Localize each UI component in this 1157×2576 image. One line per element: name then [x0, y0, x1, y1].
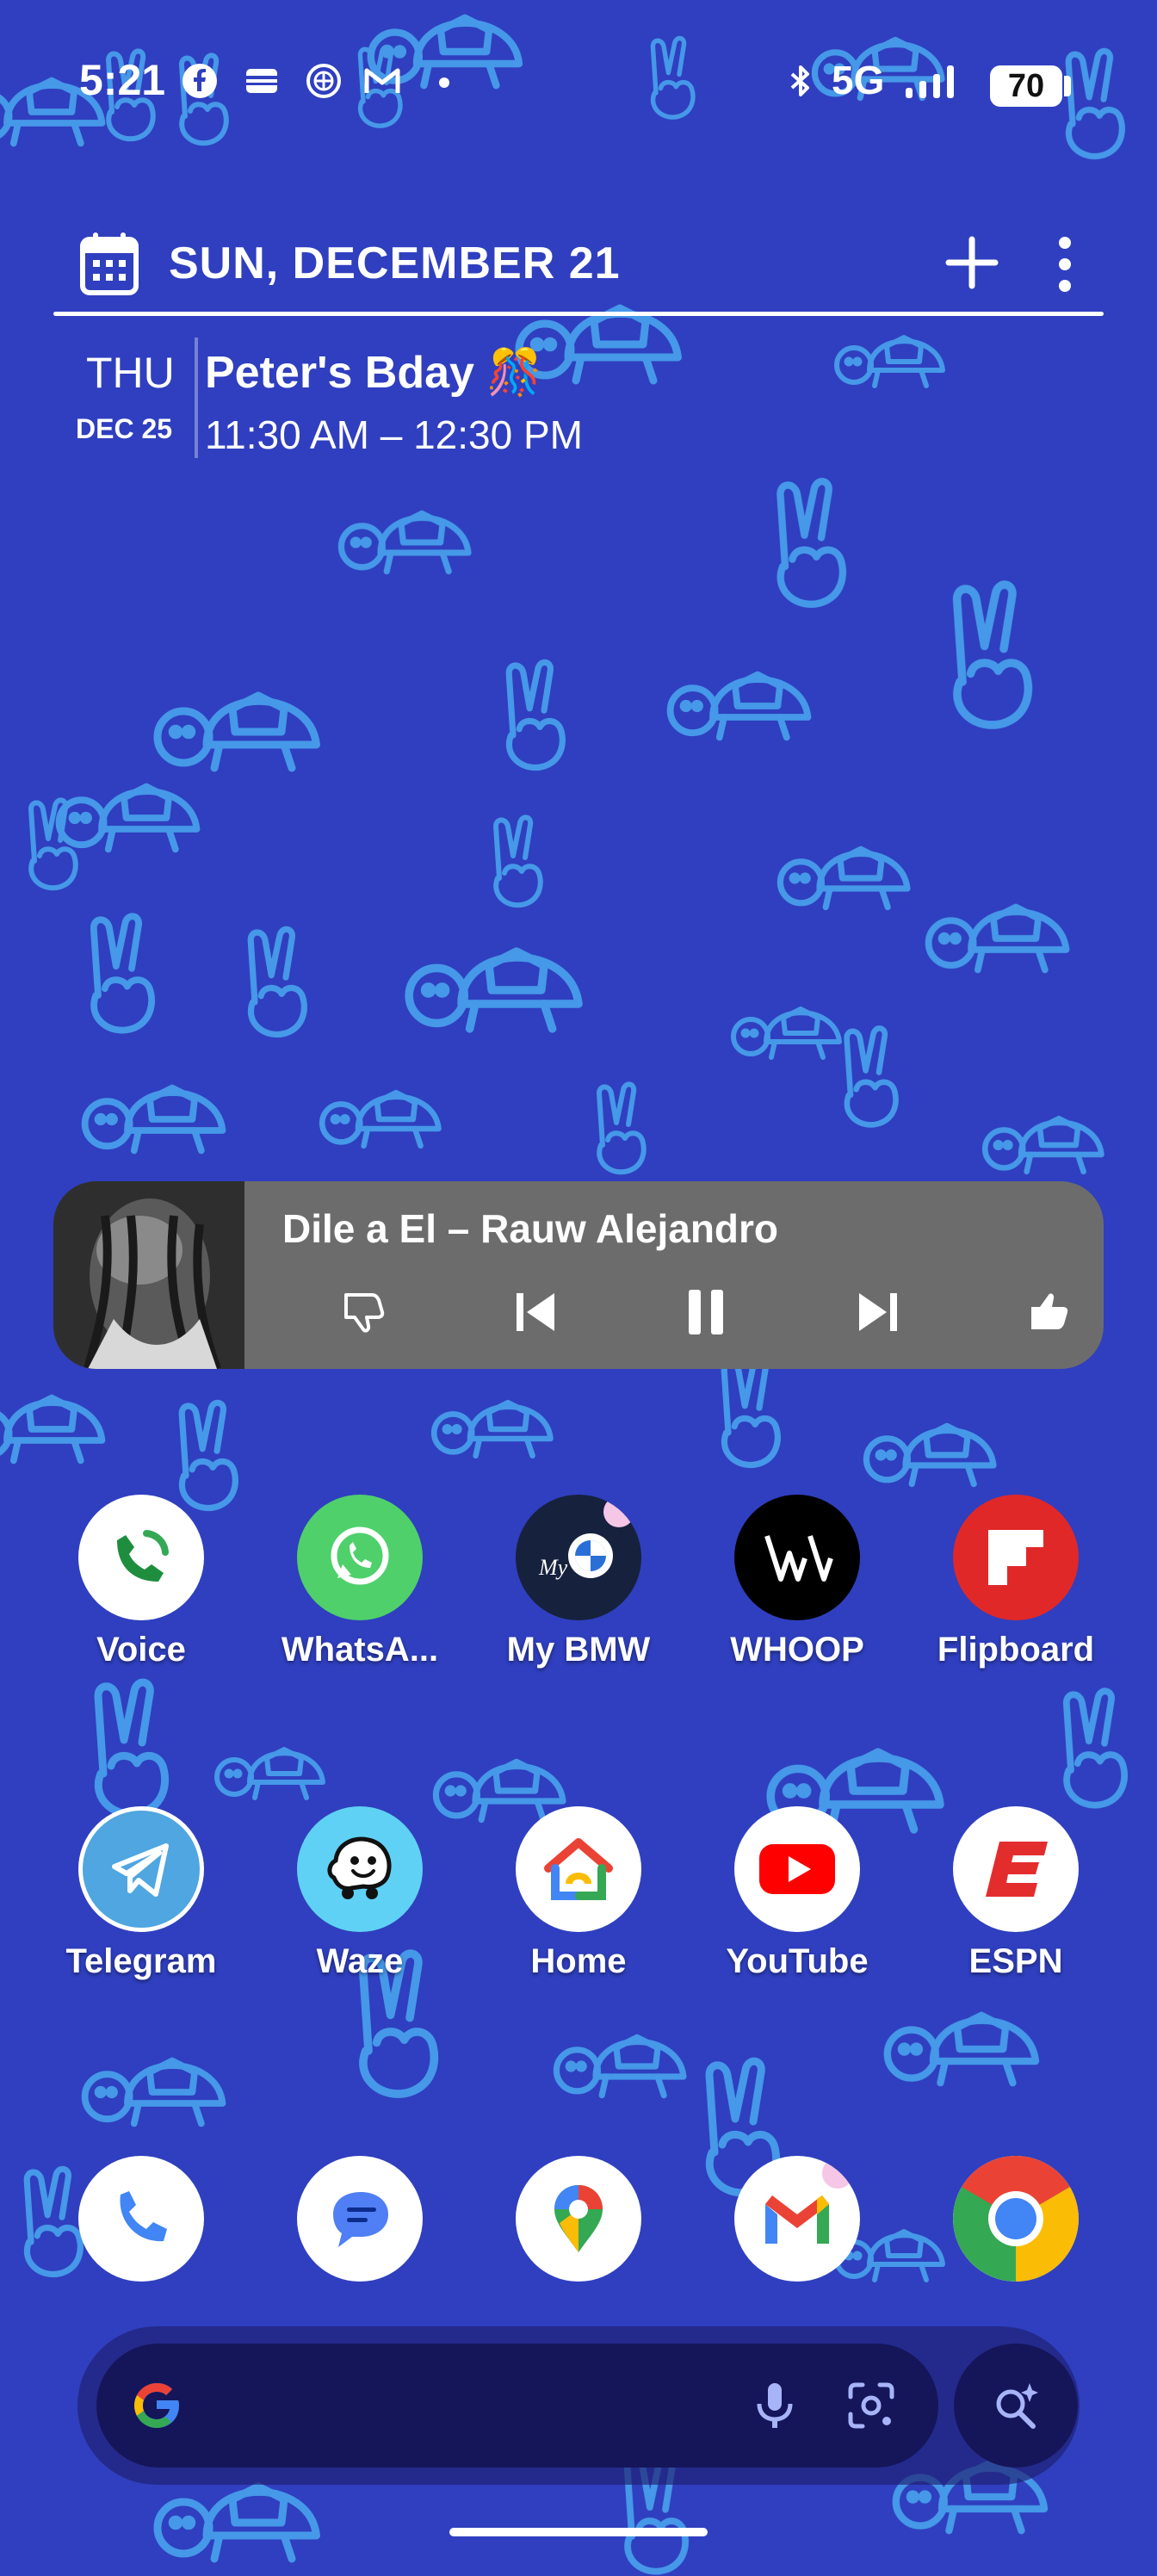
thumbs-up-icon — [1031, 1293, 1068, 1329]
messages-icon — [297, 2156, 423, 2282]
app-label: YouTube — [726, 1942, 869, 1980]
app-waze[interactable]: Waze — [265, 1806, 455, 1981]
gmail-status-icon — [364, 68, 400, 93]
waze-icon — [297, 1806, 423, 1932]
signal-icon — [906, 65, 954, 98]
event-separator — [195, 337, 198, 458]
home-screen: 5:21 5G 70 SUN, DECEMBER 21 THU DEC 25 P… — [0, 0, 1157, 2576]
dock-phone[interactable] — [46, 2156, 236, 2282]
thumbs-down-button[interactable] — [329, 1278, 398, 1347]
ai-search-icon — [996, 2383, 1038, 2429]
next-button[interactable] — [844, 1278, 913, 1347]
flipboard-icon — [953, 1495, 1079, 1620]
app-youtube[interactable]: YouTube — [702, 1806, 892, 1981]
home-indicator[interactable] — [449, 2528, 708, 2536]
app-label: My BMW — [506, 1631, 651, 1669]
track-title: Dile a El – Rauw Alejandro — [282, 1206, 779, 1251]
next-icon — [859, 1293, 897, 1331]
app-whoop[interactable]: WHOOP — [702, 1495, 892, 1669]
maps-icon — [516, 2156, 641, 2282]
google-home-icon — [516, 1806, 641, 1932]
voice-icon — [78, 1495, 204, 1620]
app-label: ESPN — [968, 1942, 1063, 1980]
dock-chrome[interactable] — [921, 2156, 1111, 2282]
app-espn[interactable]: ESPN — [921, 1806, 1111, 1981]
dot-icon — [439, 77, 449, 88]
app-voice[interactable]: Voice — [46, 1495, 236, 1669]
notification-dot — [603, 1496, 634, 1527]
app-label: Waze — [316, 1942, 404, 1980]
battery-indicator: 70 — [990, 65, 1062, 107]
ai-search-button[interactable] — [954, 2344, 1078, 2468]
status-bar[interactable]: 5:21 5G 70 — [0, 0, 1157, 172]
bluetooth-icon — [790, 65, 809, 96]
phone-icon — [78, 2156, 204, 2282]
chrome-icon — [953, 2156, 1079, 2282]
espn-icon — [953, 1806, 1079, 1932]
dock-messages[interactable] — [265, 2156, 455, 2282]
app-label: WHOOP — [730, 1631, 864, 1669]
microphone-icon[interactable] — [747, 2378, 802, 2433]
youtube-icon — [734, 1806, 860, 1932]
thumbs-up-button[interactable] — [1014, 1278, 1083, 1347]
previous-button[interactable] — [501, 1278, 570, 1347]
app-label: Flipboard — [937, 1631, 1095, 1669]
google-search-bar[interactable] — [96, 2344, 938, 2468]
bmw-icon: My — [516, 1495, 641, 1620]
app-whatsapp[interactable]: WhatsA... — [265, 1495, 455, 1669]
app-label: Telegram — [65, 1942, 217, 1980]
pause-icon — [689, 1290, 723, 1334]
pause-button[interactable] — [671, 1278, 740, 1347]
app-label: Voice — [96, 1631, 186, 1669]
app-telegram[interactable]: Telegram — [46, 1806, 236, 1981]
network-type: 5G — [832, 58, 885, 102]
app-label: WhatsA... — [281, 1631, 439, 1669]
app-label: Home — [530, 1942, 627, 1980]
bmw-status-icon — [306, 64, 341, 98]
whoop-icon — [734, 1495, 860, 1620]
calendar-date-header[interactable]: SUN, DECEMBER 21 — [169, 238, 621, 289]
svg-text:My: My — [538, 1555, 568, 1580]
previous-icon — [517, 1293, 554, 1331]
media-player-widget[interactable]: Dile a El – Rauw Alejandro — [53, 1181, 1104, 1369]
google-g-icon — [134, 2383, 179, 2428]
more-options-icon[interactable] — [1052, 234, 1078, 294]
telegram-icon — [78, 1806, 204, 1932]
gmail-icon — [734, 2156, 860, 2282]
app-flipboard[interactable]: Flipboard — [921, 1495, 1111, 1669]
event-day: THU — [86, 349, 175, 397]
event-date: DEC 25 — [76, 413, 173, 444]
add-event-icon[interactable] — [942, 232, 1002, 293]
whatsapp-icon — [297, 1495, 423, 1620]
event-title: Peter's Bday 🎊 — [205, 348, 543, 398]
dock-maps[interactable] — [484, 2156, 673, 2282]
lens-icon[interactable] — [844, 2378, 899, 2433]
app-google-home[interactable]: Home — [484, 1806, 673, 1981]
facebook-icon — [183, 64, 217, 98]
status-time: 5:21 — [79, 56, 166, 104]
battery-tip — [1064, 76, 1071, 96]
album-art[interactable] — [53, 1181, 244, 1369]
thumbs-down-icon — [344, 1293, 385, 1333]
dock-gmail[interactable] — [702, 2156, 892, 2282]
notification-dot — [822, 2158, 853, 2189]
app-my-bmw[interactable]: My My BMW — [484, 1495, 673, 1669]
calendar-divider — [53, 312, 1104, 316]
calendar-icon[interactable] — [79, 231, 139, 296]
event-time: 11:30 AM – 12:30 PM — [205, 412, 583, 457]
wallet-icon — [246, 69, 277, 93]
